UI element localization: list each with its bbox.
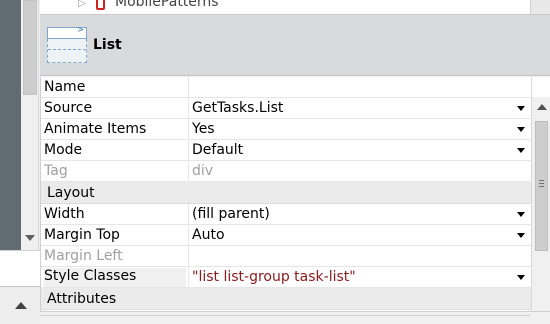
left-scrollbar-thumb[interactable] bbox=[23, 0, 37, 95]
chevron-right-icon: > bbox=[77, 25, 84, 34]
dropdown-arrow-icon[interactable] bbox=[517, 233, 525, 238]
category-attributes[interactable]: Attributes bbox=[41, 288, 532, 310]
dropdown-arrow-icon[interactable] bbox=[517, 275, 525, 280]
scroll-down-arrow-icon[interactable] bbox=[25, 235, 35, 241]
property-name: Tag bbox=[44, 163, 68, 179]
list-widget-icon: > bbox=[47, 25, 87, 63]
property-name: Width bbox=[44, 206, 85, 222]
bottom-left-area bbox=[0, 250, 40, 286]
dropdown-arrow-icon[interactable] bbox=[517, 106, 525, 111]
property-name: Margin Top bbox=[44, 227, 120, 243]
properties-header: > List bbox=[40, 14, 550, 76]
property-row-name[interactable]: Name bbox=[41, 77, 532, 98]
property-value-readonly: div bbox=[192, 163, 214, 179]
property-row-margin-left: Margin Left bbox=[41, 246, 532, 267]
property-name: Source bbox=[44, 100, 93, 116]
grid-scrollbar-cap bbox=[531, 77, 550, 97]
dropdown-arrow-icon[interactable] bbox=[517, 127, 525, 132]
scroll-up-arrow-icon[interactable] bbox=[537, 104, 547, 110]
property-row-source[interactable]: Source GetTasks.List bbox=[41, 98, 532, 119]
property-value-select[interactable]: Default bbox=[192, 142, 512, 160]
left-scrollbar[interactable] bbox=[21, 0, 39, 250]
property-value-input[interactable] bbox=[192, 79, 512, 97]
property-value-select[interactable]: (fill parent) bbox=[192, 206, 512, 224]
tree-expander-icon[interactable]: ▷ bbox=[78, 0, 86, 9]
property-name: Name bbox=[44, 79, 86, 95]
property-row-style-classes[interactable]: Style Classes "list list-group task-list… bbox=[41, 267, 532, 288]
left-panel-strip bbox=[0, 0, 21, 250]
mobile-phone-icon bbox=[96, 0, 105, 10]
property-row-animate-items[interactable]: Animate Items Yes bbox=[41, 119, 532, 140]
triangle-up-icon bbox=[15, 302, 27, 309]
dropdown-arrow-icon[interactable] bbox=[517, 148, 525, 153]
property-name: Style Classes bbox=[44, 268, 186, 287]
widget-title: List bbox=[93, 37, 122, 53]
expand-up-button[interactable] bbox=[0, 286, 40, 324]
property-name: Mode bbox=[44, 142, 83, 158]
tree-scrollbar[interactable] bbox=[530, 0, 550, 14]
property-value-readonly bbox=[192, 248, 512, 266]
property-value-select[interactable]: "list list-group task-list" bbox=[192, 269, 512, 287]
category-label: Layout bbox=[47, 185, 95, 201]
dropdown-arrow-icon[interactable] bbox=[517, 212, 525, 217]
category-layout[interactable]: Layout bbox=[41, 182, 532, 204]
property-value-select[interactable]: GetTasks.List bbox=[192, 100, 512, 118]
property-row-width[interactable]: Width (fill parent) bbox=[41, 204, 532, 225]
property-row-margin-top[interactable]: Margin Top Auto bbox=[41, 225, 532, 246]
property-row-tag: Tag div bbox=[41, 161, 532, 182]
property-row-mode[interactable]: Mode Default bbox=[41, 140, 532, 161]
category-label: Attributes bbox=[47, 291, 117, 307]
tree-item-mobilepatterns[interactable]: ▷ MobilePatterns bbox=[40, 0, 530, 14]
bottom-status-bar bbox=[40, 311, 550, 324]
property-grid-scrollbar[interactable] bbox=[531, 97, 550, 311]
property-grid: Name Source GetTasks.List Animate Items … bbox=[40, 77, 532, 311]
tree-item-label: MobilePatterns bbox=[115, 0, 219, 10]
property-name: Margin Left bbox=[44, 248, 123, 264]
property-value-select[interactable]: Auto bbox=[192, 227, 512, 245]
property-grid-scrollbar-thumb[interactable] bbox=[535, 121, 548, 251]
property-name: Animate Items bbox=[44, 121, 147, 137]
property-value-select[interactable]: Yes bbox=[192, 121, 512, 139]
